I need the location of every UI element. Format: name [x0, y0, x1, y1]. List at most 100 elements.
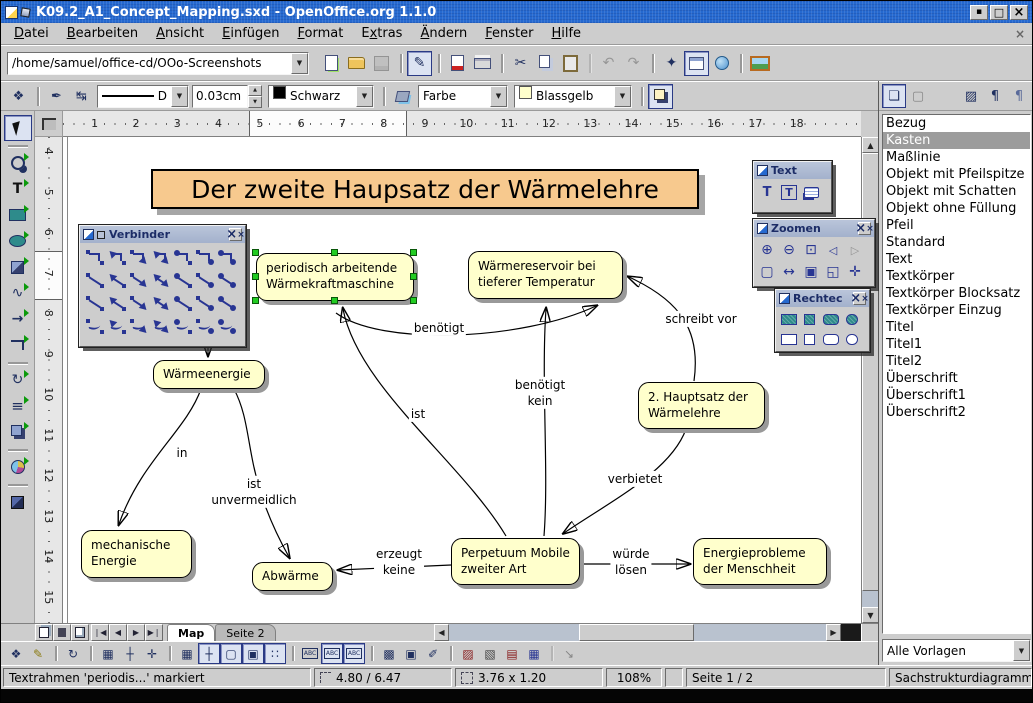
graphics-styles-button[interactable]: [882, 84, 906, 108]
concept-node-hauptsatz[interactable]: 2. Hauptsatz der Wärmelehre: [638, 382, 765, 429]
line-dialog-button[interactable]: [44, 84, 69, 109]
vertical-ruler[interactable]: 456789101112131415: [35, 137, 63, 623]
style-list-item[interactable]: Maßlinie: [883, 149, 1030, 166]
style-list-item[interactable]: Objekt ohne Füllung: [883, 200, 1030, 217]
scroll-down-button[interactable]: ▼: [862, 607, 879, 623]
fill-style-select[interactable]: Farbe ▼: [418, 85, 508, 108]
edge-label-verbietet[interactable]: verbietet: [606, 471, 665, 487]
concept-node-waermekraftmaschine[interactable]: periodisch arbeitende Wärmekraftmaschine: [256, 253, 414, 301]
rectangle-tool-button[interactable]: [4, 202, 32, 228]
style-list-item[interactable]: Überschrift2: [883, 404, 1030, 421]
horizontal-ruler[interactable]: 123456789101112131415161718: [63, 111, 861, 137]
line-width-spinner[interactable]: ▲▼: [248, 85, 262, 108]
edit-points-mode-button[interactable]: [5, 643, 27, 664]
hyperlink-button[interactable]: [709, 51, 734, 76]
connector-line-dot-end-icon[interactable]: [194, 292, 216, 315]
menu-fenster[interactable]: Fenster: [476, 24, 542, 43]
connector-elbow-arrow-start-icon[interactable]: [106, 246, 128, 269]
style-list-item[interactable]: Objekt mit Pfeilspitze: [883, 166, 1030, 183]
curve-tool-button[interactable]: [4, 280, 32, 306]
edit-points-button[interactable]: [6, 84, 31, 109]
page-mode-button[interactable]: [35, 624, 53, 641]
style-list-item[interactable]: Standard: [883, 234, 1030, 251]
snap-to-object-border-button[interactable]: [242, 643, 264, 664]
snap-to-object-points-button[interactable]: [264, 643, 286, 664]
snap-to-grid-button[interactable]: [176, 643, 198, 664]
tab-seite-2[interactable]: Seite 2: [215, 624, 275, 641]
rotate-tool-button[interactable]: [4, 367, 32, 393]
style-list-item[interactable]: Kasten: [883, 132, 1030, 149]
connector-curve-arrows-icon[interactable]: [150, 315, 172, 338]
line-color-dropdown-button[interactable]: ▼: [356, 86, 373, 107]
connector-curve-dots-icon[interactable]: [216, 315, 238, 338]
drawing-canvas[interactable]: Der zweite Haupsatz der Wärmelehre perio…: [63, 137, 861, 623]
menu-datei[interactable]: Datei: [5, 24, 58, 43]
selection-handle[interactable]: [331, 297, 338, 304]
gallery-button[interactable]: [747, 51, 772, 76]
text-palette-titlebar[interactable]: Text: [754, 162, 831, 179]
arrow-style-button[interactable]: [69, 84, 94, 109]
open-button[interactable]: [344, 51, 369, 76]
horizontal-scrollbar[interactable]: ◀ ▶: [434, 624, 841, 641]
selection-handle[interactable]: [410, 297, 417, 304]
zoom-palette-titlebar[interactable]: Zoomen ×: [754, 220, 874, 237]
glue-points-button[interactable]: [27, 643, 49, 664]
line-width-input[interactable]: [192, 85, 248, 108]
presentation-styles-button[interactable]: [906, 84, 930, 108]
undo-button[interactable]: [596, 51, 621, 76]
connector-line-arrow-start-icon[interactable]: [106, 292, 128, 315]
connector-palette-titlebar[interactable]: Verbinder ×: [80, 226, 245, 243]
export-pdf-button[interactable]: [445, 51, 470, 76]
close-icon[interactable]: ×: [229, 228, 242, 241]
selection-handle[interactable]: [252, 249, 259, 256]
style-list-item[interactable]: Pfeil: [883, 217, 1030, 234]
style-list-item[interactable]: Titel: [883, 319, 1030, 336]
text-tool-button[interactable]: [4, 176, 32, 202]
modify-with-attributes-button[interactable]: [422, 643, 444, 664]
rectangle-filled-button[interactable]: [778, 309, 799, 329]
concept-node-perpetuum-mobile[interactable]: Perpetuum Mobile zweiter Art: [451, 538, 580, 585]
square-button[interactable]: [799, 329, 820, 349]
paste-button[interactable]: [558, 51, 583, 76]
zoom-next-button[interactable]: [844, 239, 866, 261]
rectangle-button[interactable]: [778, 329, 799, 349]
area-dialog-button[interactable]: [390, 84, 415, 109]
rounded-square-filled-button[interactable]: [841, 309, 862, 329]
edge-label-wuerde-loesen[interactable]: würde lösen: [610, 546, 651, 578]
zoom-previous-button[interactable]: [822, 239, 844, 261]
connector-elbow-arrow-end-icon[interactable]: [128, 246, 150, 269]
menu-einfuegen[interactable]: Einfügen: [213, 24, 288, 43]
concept-node-mechanische-energie[interactable]: mechanische Energie: [81, 530, 192, 578]
connector-tool-button[interactable]: [4, 332, 32, 358]
edge-label-benoetigt-kein[interactable]: benötigt kein: [513, 377, 567, 409]
edge-label-ist-unvermeidlich[interactable]: ist unvermeidlich: [209, 476, 298, 508]
connector-elbow-icon[interactable]: [84, 246, 106, 269]
menu-ansicht[interactable]: Ansicht: [147, 24, 213, 43]
connector-line-schreibt-vor[interactable]: [629, 277, 695, 381]
close-icon[interactable]: ×: [858, 222, 871, 235]
selection-handle[interactable]: [331, 249, 338, 256]
zoom-out-button[interactable]: [778, 239, 800, 261]
connector-line-benoetigt-kein[interactable]: [544, 309, 546, 536]
connector-elbow-dot-end-icon[interactable]: [194, 246, 216, 269]
print-button[interactable]: [470, 51, 495, 76]
menu-extras[interactable]: Extras: [352, 24, 411, 43]
rectangle-palette-titlebar[interactable]: Rechtec ×: [776, 290, 869, 307]
fit-text-button[interactable]: [778, 181, 800, 203]
pan-button[interactable]: [844, 261, 866, 283]
horizontal-scrollbar-thumb[interactable]: [579, 624, 694, 641]
zoom-in-button[interactable]: [756, 239, 778, 261]
alignment-tool-button[interactable]: [4, 393, 32, 419]
last-page-button[interactable]: ▶❘: [145, 624, 163, 641]
zoom-object-button[interactable]: [822, 261, 844, 283]
fill-style-dropdown-button[interactable]: ▼: [490, 86, 507, 107]
ruler-corner[interactable]: [35, 111, 63, 137]
close-icon[interactable]: ×: [853, 292, 866, 305]
rotation-mode-button[interactable]: [62, 643, 84, 664]
scroll-right-button[interactable]: ▶: [826, 624, 841, 641]
close-button[interactable]: [1010, 5, 1028, 20]
connector-line-ist-unvermeidlich[interactable]: [234, 389, 289, 557]
zoom-status[interactable]: 108%: [606, 668, 662, 687]
style-list-item[interactable]: Titel1: [883, 336, 1030, 353]
style-list-item[interactable]: Textkörper Einzug: [883, 302, 1030, 319]
